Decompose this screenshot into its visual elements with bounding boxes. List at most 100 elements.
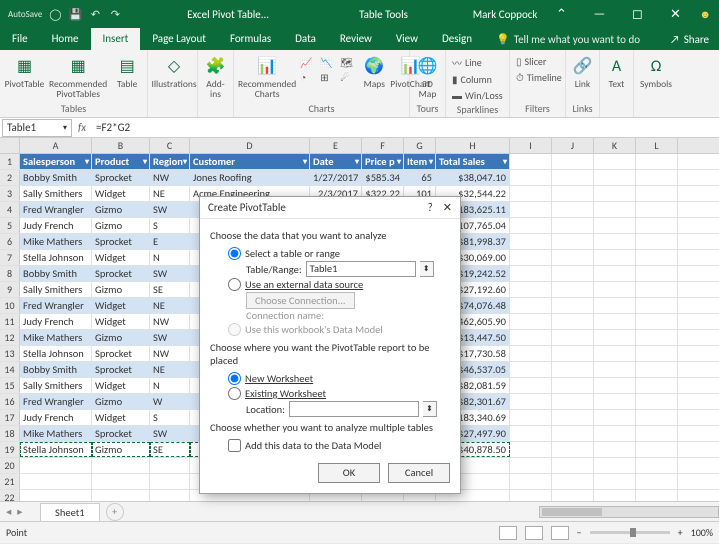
cell[interactable] bbox=[552, 490, 594, 501]
cell[interactable]: $585.34 bbox=[362, 170, 404, 185]
tab-formulas[interactable]: Formulas bbox=[218, 28, 283, 50]
zoom-out-icon[interactable]: − bbox=[577, 526, 582, 539]
normal-view-icon[interactable] bbox=[499, 526, 517, 540]
cell[interactable] bbox=[552, 266, 594, 281]
cell[interactable] bbox=[20, 490, 92, 501]
cell[interactable] bbox=[510, 458, 552, 473]
cell[interactable] bbox=[636, 330, 678, 345]
checkbox-add-data-model[interactable]: Add this data to the Data Model bbox=[228, 438, 450, 453]
redo-icon[interactable]: ↷ bbox=[108, 7, 122, 21]
col-header[interactable]: A bbox=[20, 138, 92, 153]
maximize-icon[interactable]: ◻ bbox=[623, 7, 651, 22]
cell[interactable] bbox=[594, 202, 636, 217]
table-header[interactable]: Item bbox=[404, 154, 436, 169]
cell[interactable] bbox=[150, 490, 190, 501]
cell[interactable] bbox=[510, 266, 552, 281]
cell[interactable] bbox=[510, 282, 552, 297]
cell[interactable]: Sally Smithers bbox=[20, 186, 92, 201]
row-header[interactable]: 7 bbox=[0, 250, 20, 265]
cell[interactable] bbox=[510, 330, 552, 345]
cell[interactable]: Stella Johnson bbox=[20, 250, 92, 265]
cell[interactable]: Gizmo bbox=[92, 330, 150, 345]
cell[interactable]: NW bbox=[150, 346, 190, 361]
row-header[interactable]: 8 bbox=[0, 266, 20, 281]
sheet-tab[interactable]: Sheet1 bbox=[40, 503, 100, 521]
row-header[interactable]: 19 bbox=[0, 442, 20, 457]
tab-review[interactable]: Review bbox=[328, 28, 384, 50]
cell[interactable] bbox=[510, 186, 552, 201]
text-button[interactable]: AText bbox=[604, 52, 629, 90]
cell[interactable] bbox=[636, 442, 678, 457]
cell[interactable] bbox=[510, 346, 552, 361]
cell[interactable] bbox=[636, 250, 678, 265]
cell[interactable] bbox=[510, 170, 552, 185]
chart-type-icon[interactable]: 📉 bbox=[320, 56, 338, 69]
cell[interactable] bbox=[552, 186, 594, 201]
cell[interactable] bbox=[552, 234, 594, 249]
cell[interactable] bbox=[552, 442, 594, 457]
col-header[interactable]: E bbox=[310, 138, 362, 153]
cell[interactable] bbox=[552, 282, 594, 297]
cell[interactable] bbox=[20, 458, 92, 473]
row-header[interactable]: 13 bbox=[0, 346, 20, 361]
cell[interactable] bbox=[552, 378, 594, 393]
cell[interactable]: Mike Mathers bbox=[20, 426, 92, 441]
cell[interactable]: Bobby Smith bbox=[20, 170, 92, 185]
name-box[interactable]: Table1▾ bbox=[2, 119, 72, 137]
cell[interactable]: Sprocket bbox=[92, 362, 150, 377]
cell[interactable] bbox=[594, 282, 636, 297]
cell[interactable] bbox=[636, 394, 678, 409]
undo-icon[interactable]: ↶ bbox=[88, 7, 102, 21]
cell[interactable] bbox=[510, 442, 552, 457]
tab-view[interactable]: View bbox=[384, 28, 430, 50]
cell[interactable] bbox=[150, 474, 190, 489]
cell[interactable]: Judy French bbox=[20, 410, 92, 425]
cell[interactable] bbox=[510, 154, 552, 169]
addins-button[interactable]: 🧩Add- ins bbox=[202, 52, 229, 100]
cell[interactable]: NE bbox=[150, 298, 190, 313]
cell[interactable] bbox=[552, 154, 594, 169]
save-icon[interactable]: 💾 bbox=[68, 7, 82, 21]
cell[interactable] bbox=[552, 474, 594, 489]
cell[interactable]: Gizmo bbox=[92, 282, 150, 297]
autosave-switch-icon[interactable]: ◯ bbox=[48, 7, 62, 21]
cell[interactable] bbox=[636, 378, 678, 393]
cell[interactable]: Sprocket bbox=[92, 346, 150, 361]
chart-type-icon[interactable]: ◔ bbox=[300, 71, 318, 84]
cell[interactable]: S bbox=[150, 218, 190, 233]
zoom-slider[interactable] bbox=[590, 531, 670, 534]
row-header[interactable]: 9 bbox=[0, 282, 20, 297]
row-header[interactable]: 5 bbox=[0, 218, 20, 233]
cell[interactable] bbox=[510, 362, 552, 377]
cell[interactable] bbox=[594, 426, 636, 441]
chart-type-icon[interactable]: 📈 bbox=[300, 56, 318, 69]
cell[interactable] bbox=[594, 266, 636, 281]
row-header[interactable]: 3 bbox=[0, 186, 20, 201]
cell[interactable]: Sally Smithers bbox=[20, 282, 92, 297]
add-sheet-button[interactable]: + bbox=[106, 503, 124, 521]
cell[interactable] bbox=[552, 330, 594, 345]
cell[interactable] bbox=[552, 202, 594, 217]
cell[interactable]: SE bbox=[150, 442, 190, 457]
cell[interactable] bbox=[594, 410, 636, 425]
cell[interactable]: Gizmo bbox=[92, 202, 150, 217]
tab-data[interactable]: Data bbox=[283, 28, 328, 50]
cell[interactable]: Mike Mathers bbox=[20, 330, 92, 345]
col-header[interactable]: B bbox=[92, 138, 150, 153]
cell[interactable]: NW bbox=[150, 314, 190, 329]
zoom-in-icon[interactable]: + bbox=[678, 526, 683, 539]
cell[interactable]: E bbox=[150, 234, 190, 249]
cell[interactable] bbox=[594, 218, 636, 233]
table-header[interactable]: Customer bbox=[190, 154, 310, 169]
timeline-button[interactable]: ⏱Timeline bbox=[514, 70, 564, 85]
cell[interactable]: Judy French bbox=[20, 218, 92, 233]
cell[interactable]: Sprocket bbox=[92, 170, 150, 185]
cell[interactable] bbox=[594, 474, 636, 489]
cell[interactable]: SE bbox=[150, 282, 190, 297]
cell[interactable] bbox=[594, 330, 636, 345]
cell[interactable] bbox=[636, 298, 678, 313]
cell[interactable] bbox=[552, 410, 594, 425]
table-header[interactable]: Product bbox=[92, 154, 150, 169]
cell[interactable] bbox=[552, 426, 594, 441]
collapse-range-icon[interactable]: ⬍ bbox=[423, 401, 437, 417]
